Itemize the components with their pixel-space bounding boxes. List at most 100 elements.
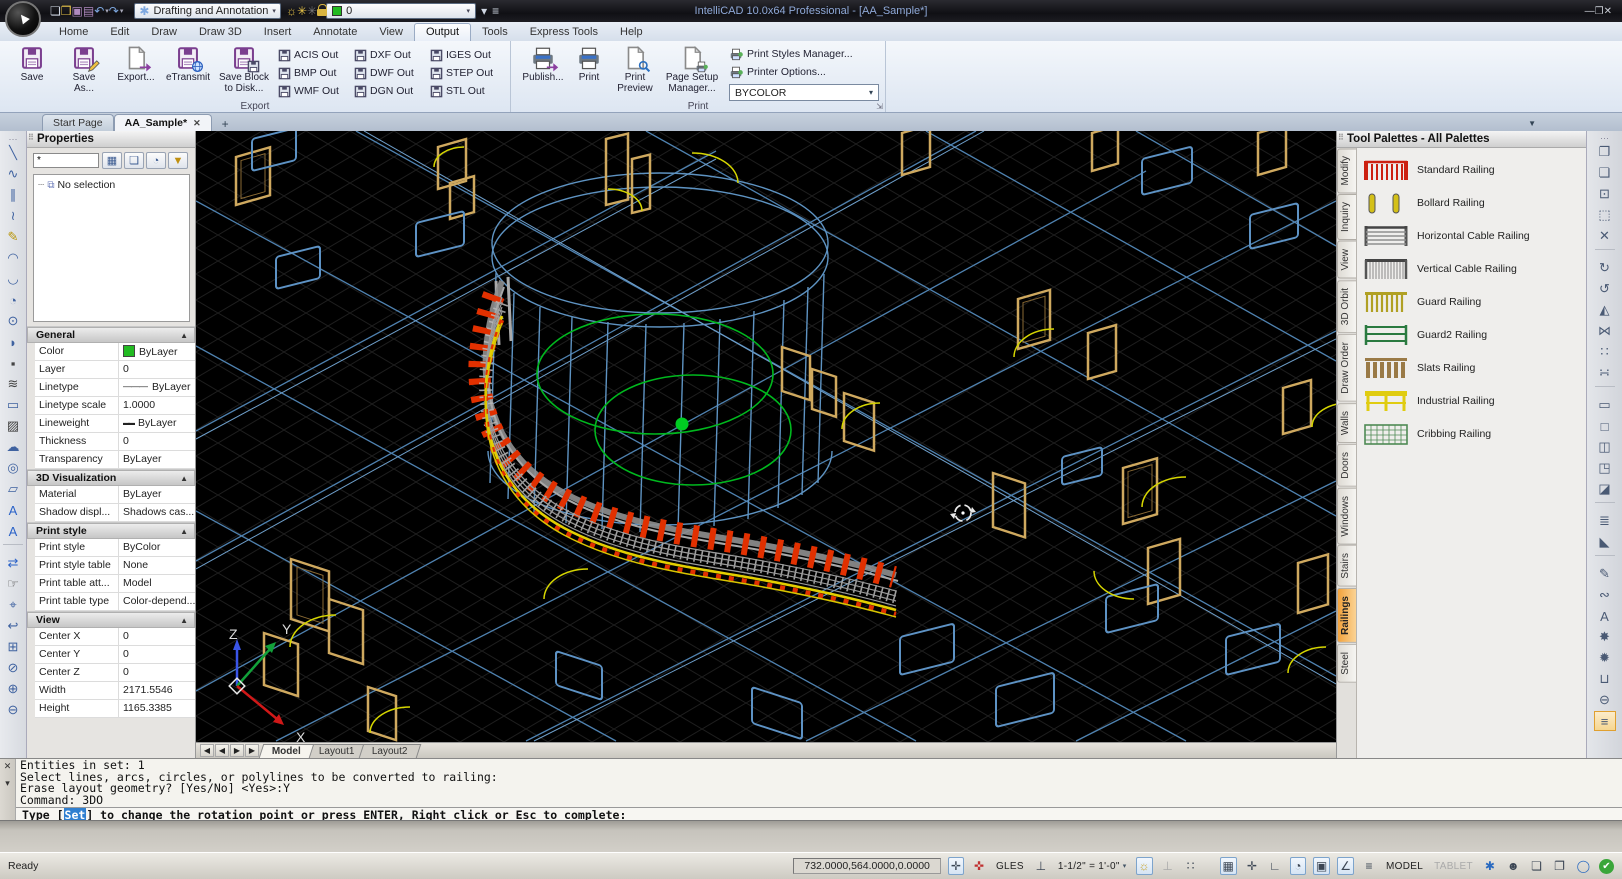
coordinates-display[interactable]: 732.0000,564.0000,0.0000 [793,858,941,874]
extrude-icon[interactable]: ◫ [1594,437,1616,457]
save-as-file-icon[interactable]: ▤ [83,4,94,18]
undo-icon[interactable]: ↶ [94,4,109,18]
array-icon[interactable]: ∷ [1594,342,1616,362]
export-format-button[interactable]: DXF Out [354,46,426,64]
line-icon[interactable]: ╲ [2,143,24,163]
arc-3point-icon[interactable]: ◡ [2,269,24,289]
save-button[interactable]: Save [6,44,58,84]
ribbon-tab[interactable]: Draw [140,24,188,41]
ellipse-icon[interactable]: ⊙ [2,311,24,331]
ribbon-tab[interactable]: Help [609,24,654,41]
sketch-icon[interactable]: ✎ [2,227,24,247]
tool-guard2-railing[interactable]: Guard2 Railing [1363,323,1580,347]
layout-tab[interactable]: Layout2 [359,744,421,758]
tablet-label[interactable]: TABLET [1432,857,1475,875]
zoom-out-icon[interactable]: ⊖ [2,700,24,720]
command-window[interactable]: ✕ ▾ Entities in set: 1 Select lines, arc… [0,758,1622,820]
palette-tab[interactable]: Walls [1337,403,1356,443]
qat-more-icon[interactable]: ▾ [481,4,487,18]
printer-options-button[interactable]: Printer Options... [729,64,879,80]
close-command-icon[interactable]: ✕ [4,761,12,772]
subtract-icon[interactable]: ⊖ [1594,690,1616,710]
palette-tab[interactable]: Doors [1337,444,1356,487]
separator[interactable] [3,544,23,550]
palette-tab[interactable]: Windows [1337,488,1356,545]
palette-tab[interactable]: Railings [1337,588,1356,643]
ucs-dim-icon[interactable]: ⊥ [1160,857,1176,875]
section-header[interactable]: View▲ [27,612,195,628]
double-line-icon[interactable]: ∥ [2,185,24,205]
circle-icon[interactable]: ◔ [2,290,24,310]
app-logo[interactable]: ▲ [5,1,41,37]
save-as-button[interactable]: Save As... [58,44,110,95]
copy-icon[interactable]: ❐ [1594,142,1616,162]
pan-icon[interactable]: ☞ [2,574,24,594]
user-icon[interactable]: ☻ [1505,857,1522,875]
dialog-launcher-icon[interactable]: ⇲ [876,102,883,111]
etransmit-button[interactable]: eTransmit [162,44,214,84]
freeze-icon[interactable]: ✳ [307,4,317,18]
close-tab-icon[interactable]: ✕ [193,118,201,129]
ribbon-tab[interactable]: Annotate [302,24,368,41]
properties-search-input[interactable] [33,153,99,168]
page-setup-manager-button[interactable]: Page Setup Manager... [661,44,723,95]
ribbon-tab[interactable]: Home [48,24,99,41]
slice-icon[interactable]: ◪ [1594,479,1616,499]
angle-icon[interactable]: ∠ [1337,857,1354,875]
last-tab-icon[interactable]: ▶ [245,744,259,757]
edit-spline-icon[interactable]: ∾ [1594,585,1616,605]
print-style-dropdown[interactable]: BYCOLOR ▾ [729,84,879,101]
properties-panel-icon[interactable]: ≡ [1594,711,1616,731]
arc-icon[interactable]: ◠ [2,248,24,268]
union-icon[interactable]: ⊔ [1594,669,1616,689]
tool-industrial-railing[interactable]: Industrial Railing [1363,389,1580,413]
redo-icon[interactable]: ↷ [109,4,124,18]
export-button[interactable]: Export... [110,44,162,84]
ribbon-tab[interactable]: Express Tools [519,24,609,41]
region-green-icon[interactable]: ▭ [1594,395,1616,415]
ribbon-options-icon[interactable]: ≡ [492,4,499,18]
monitor-icon[interactable]: ❏ [1529,857,1545,875]
mirror-icon[interactable]: ◭ [1594,300,1616,320]
text-icon[interactable]: A [2,521,24,541]
select-history-icon[interactable]: ◔ [146,152,166,169]
cloud-icon[interactable]: ☁ [2,437,24,457]
tool-vertical-cable-railing[interactable]: Vertical Cable Railing [1363,257,1580,281]
tool-horizontal-cable-railing[interactable]: Horizontal Cable Railing [1363,224,1580,248]
entity-snap-icon[interactable]: ▣ [1313,857,1330,875]
helix-icon[interactable]: ≋ [2,374,24,394]
publish-button[interactable]: Publish... [517,44,569,84]
ribbon-tab[interactable]: Edit [99,24,140,41]
rotate-icon[interactable]: ↻ [1594,258,1616,278]
grid-dots-icon[interactable]: ∷ [1183,857,1199,875]
solid-box-icon[interactable]: ◳ [1594,458,1616,478]
tool-bollard-railing[interactable]: Bollard Railing [1363,191,1580,215]
donut-icon[interactable]: ◎ [2,458,24,478]
rectangle-icon[interactable]: ▭ [2,395,24,415]
lineweight-icon[interactable]: ≡ [1361,857,1377,875]
print-preview-button[interactable]: Print Preview [609,44,661,95]
measure-icon[interactable]: ≣ [1594,511,1616,531]
new-file-icon[interactable]: ❏ [50,4,61,18]
palette-tab[interactable]: Modify [1337,148,1356,193]
rotate-3d-icon[interactable]: ↺ [1594,279,1616,299]
layout-tab[interactable]: Model [259,744,314,758]
palette-tab[interactable]: Steel [1337,644,1356,683]
crosshair-icon[interactable]: ✛ [948,857,964,875]
tool-cribbing-railing[interactable]: Cribbing Railing [1363,422,1580,446]
section-header[interactable]: Print style▲ [27,523,195,539]
export-format-button[interactable]: WMF Out [278,82,350,100]
separator[interactable] [1595,386,1615,392]
regen-icon[interactable]: ⇄ [2,553,24,573]
ribbon-tab[interactable]: Insert [253,24,303,41]
tool-slats-railing[interactable]: Slats Railing [1363,356,1580,380]
ortho-icon[interactable]: ∟ [1267,857,1283,875]
section-header[interactable]: 3D Visualization▲ [27,470,195,486]
filter-icon[interactable]: ▼ [168,152,188,169]
separator[interactable] [1595,502,1615,508]
section-header[interactable]: General▲ [27,327,195,343]
snap-point-icon[interactable]: ✜ [971,857,987,875]
zoom-previous-icon[interactable]: ↩ [2,616,24,636]
separator[interactable] [1595,555,1615,561]
paste-icon[interactable]: ⊡ [1594,184,1616,204]
